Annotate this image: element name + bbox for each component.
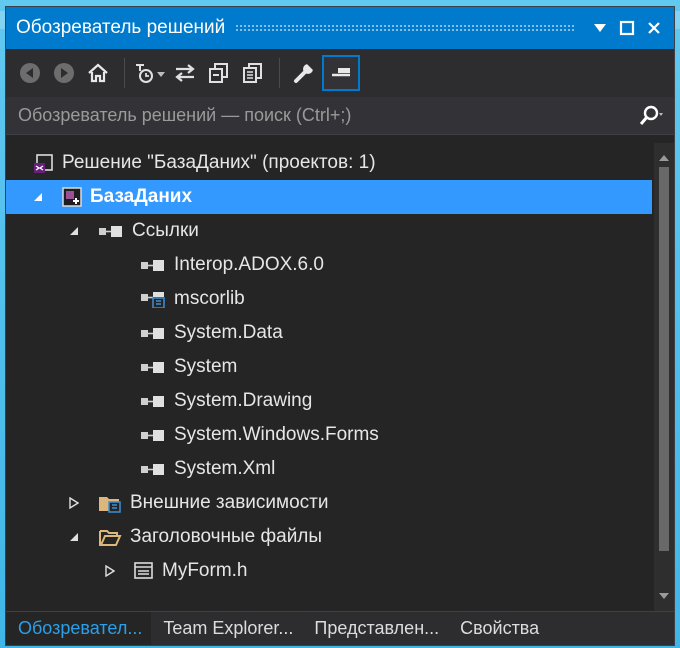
collapse-all-icon[interactable] xyxy=(203,55,235,91)
open-folder-icon xyxy=(98,527,122,547)
assembly-reference-icon xyxy=(140,428,166,442)
tree-item-label: System.Xml xyxy=(174,458,276,479)
expanded-arrow-icon[interactable] xyxy=(66,226,82,236)
tab-team-explorer[interactable]: Team Explorer... xyxy=(151,612,302,645)
solution-tree: Решение "БазаДаних" (проектов: 1) БазаДа… xyxy=(6,143,674,611)
tree-item-label: Ссылки xyxy=(132,220,199,241)
collapsed-arrow-icon[interactable] xyxy=(66,497,82,509)
assembly-reference-icon xyxy=(140,258,166,272)
tree-item-reference[interactable]: System.Drawing xyxy=(6,384,652,418)
tree-item-label: Решение "БазаДаних" (проектов: 1) xyxy=(62,152,376,173)
tree-item-reference[interactable]: Interop.ADOX.6.0 xyxy=(6,248,652,282)
solution-explorer-panel: Обозреватель решений Обозреватель решени… xyxy=(5,6,675,646)
tree-item-reference[interactable]: System.Xml xyxy=(6,452,652,486)
solution-icon xyxy=(34,153,54,173)
collapsed-arrow-icon[interactable] xyxy=(102,565,118,577)
tree-item-label: System.Data xyxy=(174,322,283,343)
show-all-files-icon[interactable] xyxy=(237,55,269,91)
panel-title-bar[interactable]: Обозреватель решений xyxy=(6,7,674,49)
tree-item-label: System.Windows.Forms xyxy=(174,424,379,445)
search-box xyxy=(6,97,674,135)
tree-item-label: MyForm.h xyxy=(162,560,248,581)
forward-icon[interactable] xyxy=(48,55,80,91)
tree-item-external-dependencies[interactable]: Внешние зависимости xyxy=(6,486,652,520)
assembly-reference-icon xyxy=(140,394,166,408)
tree-item-label: mscorlib xyxy=(174,288,245,309)
tree-item-label: System.Drawing xyxy=(174,390,313,411)
framework-reference-icon xyxy=(140,290,166,308)
toolbar-separator xyxy=(279,58,280,88)
tree-item-label: Interop.ADOX.6.0 xyxy=(174,254,324,275)
search-icon[interactable] xyxy=(638,105,664,127)
tree-item-reference[interactable]: System.Data xyxy=(6,316,652,350)
external-dependencies-folder-icon xyxy=(98,493,122,513)
maximize-icon[interactable] xyxy=(615,16,639,40)
drag-grip[interactable] xyxy=(235,24,575,32)
scrollbar-thumb[interactable] xyxy=(659,167,669,551)
back-icon[interactable] xyxy=(14,55,46,91)
properties-wrench-icon[interactable] xyxy=(288,55,320,91)
tree-item-header-files[interactable]: Заголовочные файлы xyxy=(6,520,652,554)
close-icon[interactable] xyxy=(642,16,666,40)
tool-window-tabs: Обозревател... Team Explorer... Представ… xyxy=(6,611,674,645)
tree-item-project[interactable]: БазаДаних xyxy=(6,180,652,214)
scroll-down-arrow-icon[interactable] xyxy=(658,587,670,605)
tab-properties[interactable]: Свойства xyxy=(448,612,548,645)
tree-item-label: Внешние зависимости xyxy=(130,492,329,513)
tree-item-reference[interactable]: System xyxy=(6,350,652,384)
dropdown-arrow-icon[interactable] xyxy=(588,16,612,40)
expanded-arrow-icon[interactable] xyxy=(66,532,82,542)
tab-solution-explorer[interactable]: Обозревател... xyxy=(6,612,152,645)
tree-item-reference[interactable]: System.Windows.Forms xyxy=(6,418,652,452)
assembly-reference-icon xyxy=(140,462,166,476)
form-file-icon xyxy=(134,562,154,580)
search-input[interactable] xyxy=(18,105,638,126)
assembly-reference-icon xyxy=(140,360,166,374)
scroll-up-arrow-icon[interactable] xyxy=(658,149,670,167)
vertical-scrollbar[interactable] xyxy=(654,143,674,611)
tree-item-references[interactable]: Ссылки xyxy=(6,214,652,248)
tree-item-solution[interactable]: Решение "БазаДаних" (проектов: 1) xyxy=(6,146,652,180)
tree-item-label: System xyxy=(174,356,238,377)
cpp-project-icon xyxy=(62,187,82,207)
tree-item-file[interactable]: MyForm.h xyxy=(6,554,652,588)
references-icon xyxy=(98,224,124,238)
panel-title: Обозреватель решений xyxy=(16,17,226,38)
toolbar-separator xyxy=(124,58,125,88)
toolbar xyxy=(6,49,674,97)
expanded-arrow-icon[interactable] xyxy=(30,192,46,202)
tab-class-view[interactable]: Представлен... xyxy=(302,612,448,645)
assembly-reference-icon xyxy=(140,326,166,340)
preview-selected-items-icon[interactable] xyxy=(322,55,360,91)
sync-with-active-document-icon[interactable] xyxy=(169,55,201,91)
tree-item-reference[interactable]: mscorlib xyxy=(6,282,652,316)
pending-changes-filter-icon[interactable] xyxy=(133,55,167,91)
tree-item-label: БазаДаних xyxy=(90,186,193,207)
home-icon[interactable] xyxy=(82,55,114,91)
tree-item-label: Заголовочные файлы xyxy=(130,526,323,547)
